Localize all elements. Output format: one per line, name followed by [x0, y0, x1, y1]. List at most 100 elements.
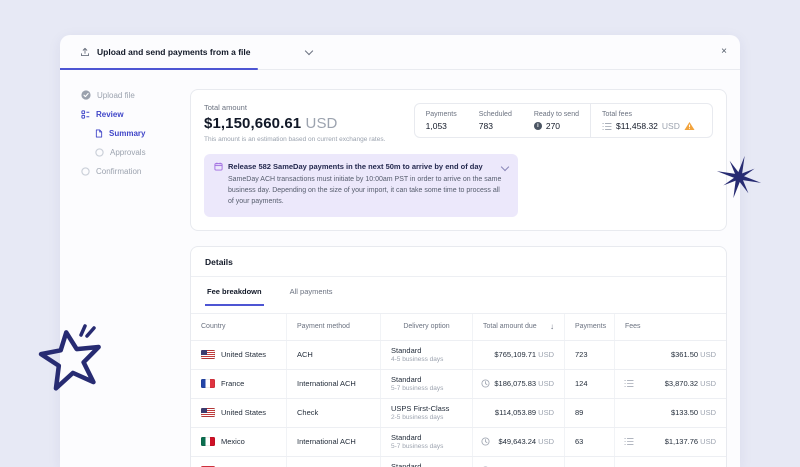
- delivery-option-cell: Standard4-5 business days: [381, 341, 473, 369]
- table-row: United States ACHStandard4-5 business day…: [191, 341, 726, 370]
- sidebar-step-upload-file[interactable]: Upload file: [81, 90, 190, 100]
- upload-payments-modal: Upload and send payments from a file × U…: [60, 35, 740, 467]
- amount-currency: USD: [538, 408, 554, 417]
- country-name: United States: [221, 408, 266, 417]
- fee-breakdown-table: Country Payment method Delivery option T…: [191, 313, 726, 467]
- fees-cell: $685.66 USD: [615, 457, 726, 467]
- checklist-icon: [81, 110, 90, 119]
- details-title: Details: [191, 247, 726, 277]
- banner-body: SameDay ACH transactions must initiate b…: [228, 174, 504, 208]
- fee-value: $1,137.76: [665, 437, 700, 446]
- sort-desc-icon[interactable]: ↓: [550, 322, 554, 331]
- payment-method-cell: International ACH: [287, 370, 381, 398]
- flow-title: Upload and send payments from a file: [97, 47, 251, 57]
- tab-all-payments[interactable]: All payments: [288, 277, 335, 306]
- delivery-days: 4-5 business days: [391, 356, 443, 363]
- payments-count-cell: 89: [565, 399, 615, 427]
- stat-scheduled: Scheduled 783: [468, 104, 523, 137]
- sameday-release-banner: Release 582 SameDay payments in the next…: [204, 154, 518, 217]
- payment-method-cell: International ACH: [287, 457, 381, 467]
- payment-method-cell: ACH: [287, 341, 381, 369]
- fee-currency: USD: [700, 408, 716, 417]
- table-row: France International ACH Standard5-7 busin…: [191, 370, 726, 399]
- modal-top-bar: Upload and send payments from a file ×: [60, 35, 740, 70]
- total-amount-due-cell: $114,053.89 USD: [473, 399, 565, 427]
- table-body: United StatesACHStandard4-5 business day…: [191, 341, 726, 467]
- sidebar-step-confirmation[interactable]: Confirmation: [81, 167, 190, 176]
- amount-currency: USD: [538, 379, 554, 388]
- step-label: Confirmation: [96, 167, 141, 176]
- amount-value: $114,053.89: [495, 408, 538, 417]
- us-flag-icon: [201, 350, 215, 359]
- fee-currency: USD: [700, 350, 716, 359]
- close-icon[interactable]: ×: [721, 47, 727, 57]
- active-flow-underline: [60, 68, 258, 70]
- fees-cell: $1,137.76 USD: [615, 428, 726, 456]
- fee-value: $133.50: [671, 408, 700, 417]
- fee-list-icon: [602, 122, 612, 131]
- fee-list-icon: [624, 437, 634, 446]
- delivery-option-cell: USPS First-Class2-5 business days: [381, 399, 473, 427]
- page: { "colors": { "background": "#e7e9f5", "…: [0, 0, 800, 467]
- payments-count-cell: 54: [565, 457, 615, 467]
- delivery-days: 5-7 business days: [391, 385, 443, 392]
- delivery-option: Standard: [391, 462, 421, 467]
- col-total-amount-due[interactable]: Total amount due ↓: [473, 314, 565, 340]
- col-payment-method: Payment method: [287, 314, 381, 340]
- payments-count-cell: 124: [565, 370, 615, 398]
- amount-value: $765,109.71: [494, 350, 538, 359]
- amount-value: $186,075.83: [494, 379, 538, 388]
- delivery-days: 2-5 business days: [391, 414, 443, 421]
- delivery-option: Standard: [391, 375, 421, 384]
- sidebar-step-approvals[interactable]: Approvals: [95, 148, 190, 157]
- exchange-rate-note: This amount is an estimation based on cu…: [204, 136, 385, 143]
- col-delivery-option: Delivery option: [381, 314, 473, 340]
- banner-title: Release 582 SameDay payments in the next…: [228, 162, 483, 171]
- amount-currency: USD: [538, 350, 554, 359]
- stat-total-fees: Total fees $11,458.32 USD: [591, 104, 712, 137]
- payments-count-cell: 63: [565, 428, 615, 456]
- total-amount-label: Total amount: [204, 103, 385, 112]
- wizard-steps-sidebar: Upload file Review Summary Approvals Confirm…: [60, 70, 190, 186]
- tab-fee-breakdown[interactable]: Fee breakdown: [205, 277, 264, 306]
- fees-cell: $361.50 USD: [615, 341, 726, 369]
- delivery-days: 5-7 business days: [391, 443, 443, 450]
- stats-box: Payments 1,053 Scheduled 783 Ready to se…: [414, 103, 713, 138]
- total-amount-value: $1,150,660.61 USD: [204, 115, 385, 132]
- country-name: United States: [221, 350, 266, 359]
- circle-outline-icon: [81, 167, 90, 176]
- total-amount-due-cell: $35,778.14 USD: [473, 457, 565, 467]
- mx-flag-icon: [201, 437, 215, 446]
- flow-selector-dropdown[interactable]: Upload and send payments from a file: [60, 47, 312, 57]
- amount-currency: USD: [538, 437, 554, 446]
- check-circle-icon: [81, 90, 91, 100]
- clock-icon: [481, 437, 490, 446]
- main-content: Total amount $1,150,660.61 USD This amou…: [190, 70, 740, 467]
- stat-payments: Payments 1,053: [415, 104, 468, 137]
- total-amount-block: Total amount $1,150,660.61 USD This amou…: [204, 103, 385, 143]
- delivery-option: USPS First-Class: [391, 404, 449, 413]
- fr-flag-icon: [201, 379, 215, 388]
- step-label: Upload file: [97, 91, 135, 100]
- amount-value: $49,643.24: [499, 437, 539, 446]
- country-name: France: [221, 379, 244, 388]
- total-amount-due-cell: $186,075.83 USD: [473, 370, 565, 398]
- fee-value: $3,870.32: [665, 379, 700, 388]
- delivery-option-cell: Standard5-7 business days: [381, 457, 473, 467]
- details-card: Details Fee breakdown All payments Count…: [190, 246, 727, 467]
- document-icon: [95, 129, 103, 138]
- col-fees: Fees: [615, 314, 726, 340]
- fees-currency: USD: [662, 121, 680, 131]
- fee-currency: USD: [700, 379, 716, 388]
- sidebar-step-review[interactable]: Review: [81, 110, 190, 119]
- total-amount-due-cell: $49,643.24 USD: [473, 428, 565, 456]
- country-cell: United States: [191, 399, 287, 427]
- chevron-down-icon[interactable]: [304, 47, 312, 55]
- table-row: CroatiaInternational ACHStandard5-7 busi…: [191, 457, 726, 467]
- sidebar-step-summary[interactable]: Summary: [95, 129, 190, 138]
- details-tabs: Fee breakdown All payments: [191, 277, 726, 306]
- country-cell: Croatia: [191, 457, 287, 467]
- table-row: United StatesCheckUSPS First-Class2-5 bu…: [191, 399, 726, 428]
- fees-cell: $133.50 USD: [615, 399, 726, 427]
- total-amount-due-cell: $765,109.71 USD: [473, 341, 565, 369]
